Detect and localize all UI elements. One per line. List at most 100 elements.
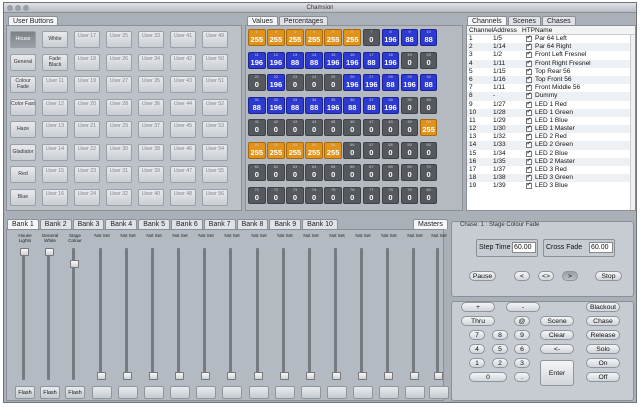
channel-value-cell[interactable]: 56 0 [343,141,362,159]
channel-value-cell[interactable]: 27 196 [362,74,381,91]
flash-button[interactable] [429,386,449,399]
digit-0-button[interactable]: 0 [469,372,507,382]
digit-2-button[interactable]: 2 [492,358,508,368]
fader-handle[interactable] [410,372,419,380]
user-button[interactable]: User 16 [42,188,68,206]
channel-value-cell[interactable]: 14 88 [305,51,323,69]
htp-checkbox[interactable] [525,67,532,75]
user-button[interactable]: User 24 [74,188,100,206]
channel-value-cell[interactable]: 17 88 [362,51,381,69]
tab-bank-2[interactable]: Bank 2 [39,219,72,229]
channel-value-cell[interactable]: 65 0 [324,164,342,181]
channel-value-cell[interactable]: 52 255 [267,141,285,159]
user-button[interactable]: User 33 [138,31,164,48]
user-button[interactable]: User 37 [138,121,164,138]
fader-handle[interactable] [201,372,210,380]
fader-track[interactable] [151,248,154,380]
channel-value-cell[interactable]: 64 0 [305,164,323,181]
tab-masters[interactable]: Masters [413,219,448,229]
step-time-input[interactable]: 60.00 [512,242,536,253]
flash-button[interactable] [92,386,112,399]
channel-value-cell[interactable]: 30 88 [419,74,438,91]
zoom-window-icon[interactable] [23,5,29,11]
user-button[interactable]: User 41 [170,31,196,48]
channel-value-cell[interactable]: 76 0 [343,186,362,204]
blackout-button[interactable]: Blackout [586,302,620,312]
user-button[interactable]: User 50 [202,53,228,71]
user-button[interactable]: General [10,53,36,71]
user-button[interactable]: Blue [10,188,36,206]
tab-bank-3[interactable]: Bank 3 [72,219,105,229]
fader-handle[interactable] [306,372,315,380]
channel-value-cell[interactable]: 6 255 [343,29,362,46]
flash-button[interactable] [118,386,138,399]
user-button[interactable]: User 52 [202,98,228,116]
backspace-button[interactable]: <- [540,344,574,354]
htp-checkbox[interactable] [525,149,532,157]
channel-value-cell[interactable]: 50 255 [419,119,438,136]
htp-checkbox[interactable] [525,34,532,42]
table-row[interactable]: 2 1/14 Par 64 Right [467,42,635,52]
on-button[interactable]: On [586,358,620,368]
channel-value-cell[interactable]: 55 255 [324,141,342,159]
scene-button[interactable]: Scene [540,316,574,326]
channel-value-cell[interactable]: 4 255 [305,29,323,46]
channel-value-cell[interactable]: 18 196 [381,51,400,69]
fader-track[interactable] [386,248,389,380]
user-button[interactable]: User 21 [74,121,100,138]
flash-button[interactable] [301,386,321,399]
user-button[interactable]: User 42 [170,53,196,71]
user-button[interactable]: User 51 [202,76,228,93]
table-row[interactable]: 10 1/28 LED 1 Green [467,108,635,117]
fader-handle[interactable] [123,372,132,380]
user-button[interactable]: User 23 [74,166,100,183]
digit-3-button[interactable]: 3 [514,358,530,368]
cross-fade-input[interactable]: 60.00 [589,242,613,253]
channel-value-cell[interactable]: 80 0 [419,186,438,204]
channel-value-cell[interactable]: 19 0 [400,51,419,69]
digit-7-button[interactable]: 7 [469,330,485,340]
user-button[interactable]: User 12 [42,98,68,116]
table-row[interactable]: 7 1/11 Front Middle 56 [467,83,635,92]
fader-track[interactable] [334,248,337,380]
table-row[interactable]: 15 1/34 LED 2 Blue [467,149,635,158]
release-button[interactable]: Release [586,330,620,340]
channel-value-cell[interactable]: 38 196 [381,96,400,114]
channel-value-cell[interactable]: 13 88 [286,51,304,69]
channel-value-cell[interactable]: 29 196 [400,74,419,91]
user-button[interactable]: User 38 [138,143,164,161]
channel-value-cell[interactable]: 43 0 [286,119,304,136]
tab-bank-8[interactable]: Bank 8 [236,219,269,229]
user-button[interactable]: User 28 [106,98,132,116]
channel-value-cell[interactable]: 11 196 [248,51,266,69]
fader-handle[interactable] [175,372,184,380]
user-button[interactable]: User 25 [106,31,132,48]
flash-button[interactable] [379,386,399,399]
enter-button[interactable]: Enter [540,360,574,386]
channel-value-cell[interactable]: 79 0 [400,186,419,204]
tab-bank-1[interactable]: Bank 1 [7,219,39,229]
channel-value-cell[interactable]: 8 196 [381,29,400,46]
tab-bank-7[interactable]: Bank 7 [203,219,236,229]
channel-value-cell[interactable]: 37 88 [362,96,381,114]
channel-value-cell[interactable]: 48 0 [381,119,400,136]
table-row[interactable]: 9 1/27 LED 1 Red [467,100,635,109]
channel-value-cell[interactable]: 71 0 [248,186,266,204]
table-row[interactable]: 12 1/30 LED 1 Master [467,124,635,134]
user-button[interactable]: User 47 [170,166,196,183]
table-row[interactable]: 14 1/33 LED 2 Green [467,140,635,150]
at-button[interactable]: @ [514,316,530,326]
channel-value-cell[interactable]: 40 0 [419,96,438,114]
htp-checkbox[interactable] [525,91,532,100]
flash-button[interactable] [353,386,373,399]
user-button[interactable]: Gladiator [10,143,36,161]
channel-value-cell[interactable]: 54 255 [305,141,323,159]
channel-value-cell[interactable]: 34 88 [305,96,323,114]
channel-value-cell[interactable]: 24 0 [305,74,323,91]
fader-track[interactable] [203,248,206,380]
channel-value-cell[interactable]: 16 196 [343,51,362,69]
channel-value-cell[interactable]: 44 0 [305,119,323,136]
channel-value-cell[interactable]: 46 0 [343,119,362,136]
off-button[interactable]: Off [586,372,620,382]
digit-4-button[interactable]: 4 [469,344,485,354]
